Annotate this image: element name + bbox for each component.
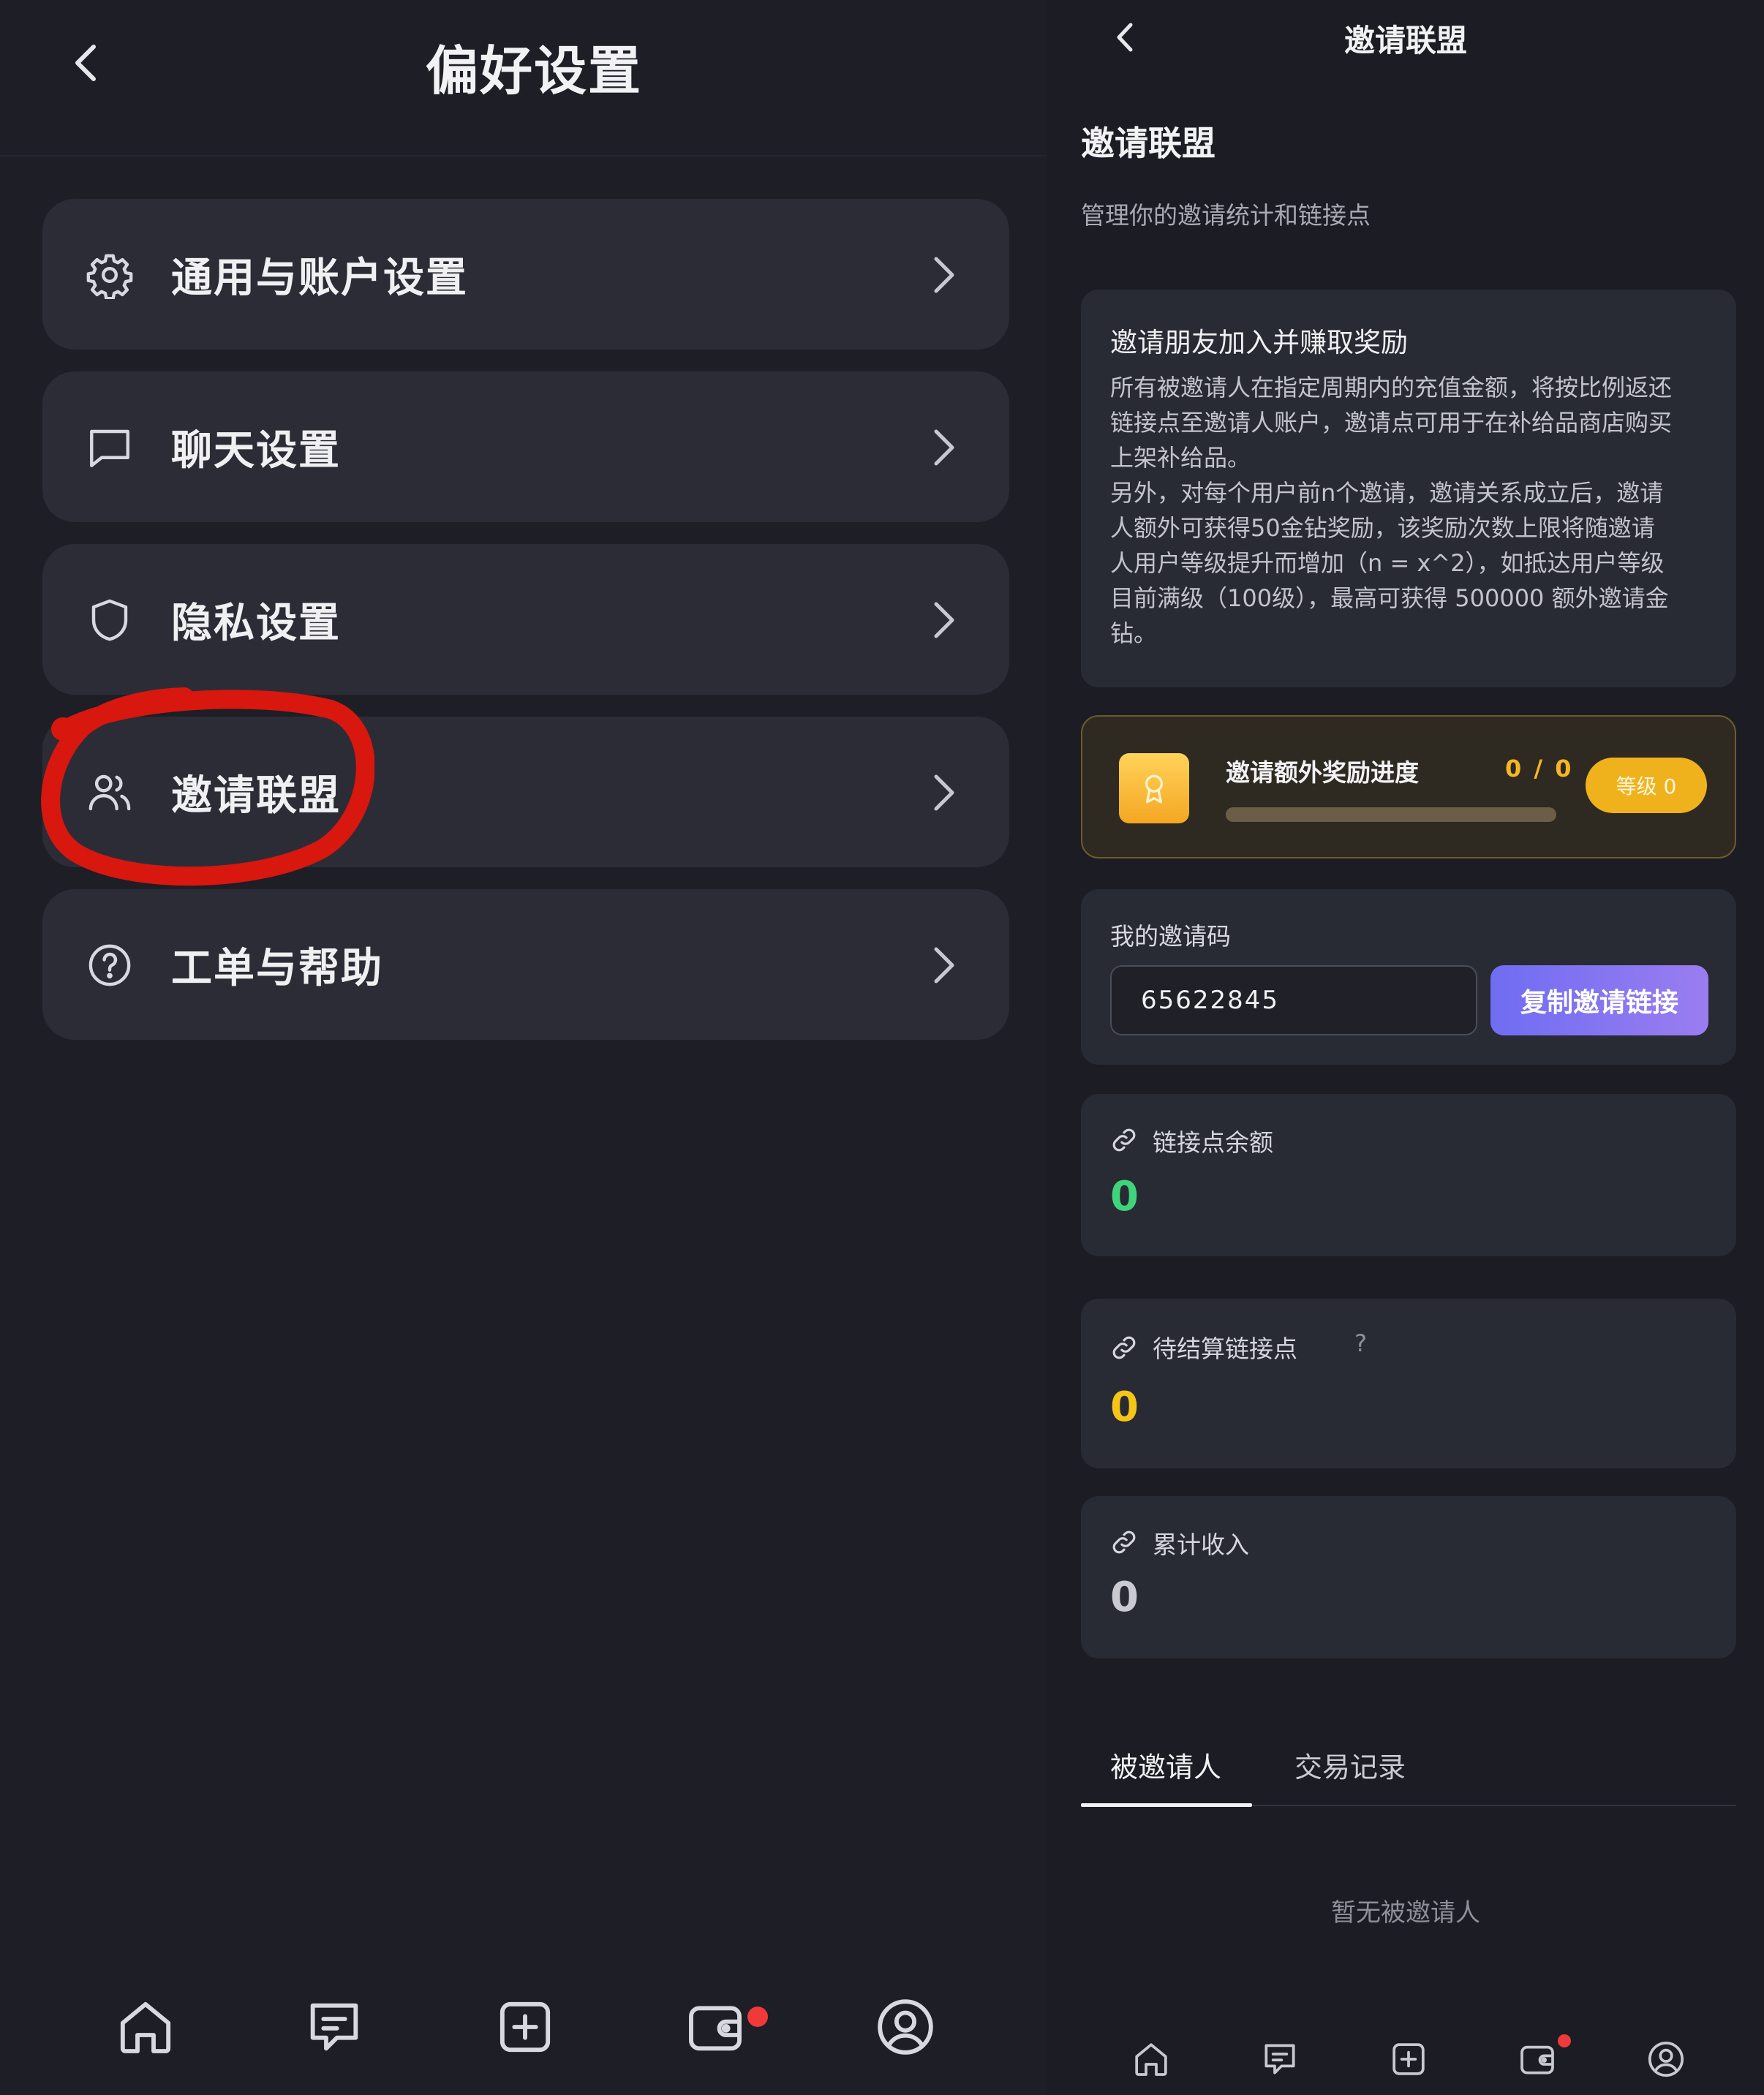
invite-code-field[interactable] [1110, 965, 1477, 1035]
stat-label: 累计收入 [1153, 1530, 1249, 1559]
bonus-progress-card: 邀请额外奖励进度 0 / 0 等级 0 [1081, 715, 1736, 858]
preferences-header: 偏好设置 [0, 0, 1047, 126]
menu-item-tickets-help[interactable]: 工单与帮助 [42, 889, 1009, 1040]
gear-icon [85, 250, 135, 300]
progress-bar [1226, 807, 1556, 822]
invite-code-label: 我的邀请码 [1110, 922, 1231, 951]
chevron-right-icon [934, 429, 954, 466]
link-icon [1112, 1128, 1136, 1152]
topbar-title: 邀请联盟 [1343, 23, 1467, 58]
notification-badge [1558, 2034, 1571, 2047]
intro-body: 所有被邀请人在指定周期内的充值金额，将按比例返还 链接点至邀请人账户，邀请点可用… [1110, 374, 1673, 647]
menu-item-invite-alliance[interactable]: 邀请联盟 [42, 717, 1009, 867]
invite-intro-card: 邀请朋友加入并赚取奖励 所有被邀请人在指定周期内的充值金额，将按比例返还 链接点… [1081, 290, 1736, 687]
link-icon [1112, 1530, 1136, 1554]
menu-item-general-account[interactable]: 通用与账户设置 [42, 199, 1009, 350]
invite-code-card: 我的邀请码 复制邀请链接 [1081, 889, 1736, 1065]
total-income-card: 累计收入 0 [1081, 1496, 1736, 1658]
chevron-right-icon [934, 947, 954, 984]
active-tab-indicator [1081, 1803, 1252, 1807]
bottom-tab-bar [1047, 2026, 1764, 2095]
notification-badge [747, 2007, 768, 2027]
users-icon [85, 768, 135, 818]
message-icon[interactable] [1259, 2039, 1300, 2080]
page-title: 邀请联盟 [1081, 124, 1215, 163]
progress-title: 邀请额外奖励进度 [1226, 758, 1419, 787]
tab-invitees[interactable]: 被邀请人 [1110, 1745, 1221, 1785]
profile-icon[interactable] [873, 1995, 938, 2059]
menu-item-label: 聊天设置 [171, 426, 341, 475]
help-icon[interactable]: ? [1354, 1329, 1367, 1357]
stat-value: 0 [1110, 1384, 1139, 1431]
add-icon[interactable] [1388, 2039, 1429, 2080]
intro-title: 邀请朋友加入并赚取奖励 [1110, 327, 1408, 358]
bottom-tab-bar [0, 1989, 1047, 2095]
medal-icon [1119, 753, 1189, 823]
chat-bubble-icon [85, 423, 135, 472]
add-icon[interactable] [493, 1995, 557, 2059]
menu-item-label: 通用与账户设置 [171, 254, 468, 302]
records-tabs: 被邀请人 交易记录 [1081, 1740, 1736, 1807]
stat-label: 链接点余额 [1153, 1128, 1273, 1157]
home-icon[interactable] [1131, 2039, 1172, 2080]
menu-item-label: 隐私设置 [171, 599, 341, 647]
menu-item-label: 邀请联盟 [171, 771, 341, 820]
chevron-right-icon [934, 257, 954, 293]
page-title: 偏好设置 [425, 40, 642, 102]
wallet-icon[interactable] [683, 1995, 747, 2059]
tab-transactions[interactable]: 交易记录 [1294, 1745, 1406, 1785]
chevron-right-icon [934, 774, 954, 811]
page-subtitle: 管理你的邀请统计和链接点 [1081, 201, 1371, 230]
level-badge: 等级 0 [1586, 758, 1707, 813]
home-icon[interactable] [113, 1995, 178, 2059]
message-icon[interactable] [302, 1995, 366, 2059]
stat-label: 待结算链接点 [1153, 1335, 1297, 1363]
empty-state-text: 暂无被邀请人 [1331, 1898, 1480, 1928]
header-divider [0, 155, 1047, 156]
menu-item-label: 工单与帮助 [171, 944, 383, 992]
help-circle-icon [85, 940, 135, 990]
profile-icon[interactable] [1646, 2039, 1686, 2080]
pending-link-points-card: 待结算链接点 ? 0 [1081, 1299, 1736, 1468]
menu-item-privacy-settings[interactable]: 隐私设置 [42, 544, 1009, 695]
link-points-balance-card: 链接点余额 0 [1081, 1094, 1736, 1256]
menu-item-chat-settings[interactable]: 聊天设置 [42, 371, 1009, 522]
progress-count: 0 / 0 [1505, 755, 1574, 782]
copy-invite-link-button[interactable]: 复制邀请链接 [1490, 965, 1708, 1035]
shield-icon [85, 595, 135, 645]
link-icon [1112, 1336, 1136, 1359]
invite-alliance-panel: 邀请联盟 邀请联盟 管理你的邀请统计和链接点 邀请朋友加入并赚取奖励 所有被邀请… [1047, 0, 1764, 2095]
chevron-right-icon [934, 602, 954, 638]
wallet-icon[interactable] [1517, 2039, 1558, 2080]
preferences-panel: 偏好设置 通用与账户设置 聊天设置 隐私设置 邀请联盟 工单与帮助 [0, 0, 1047, 2095]
stat-value: 0 [1110, 1173, 1139, 1220]
stat-value: 0 [1110, 1574, 1139, 1621]
